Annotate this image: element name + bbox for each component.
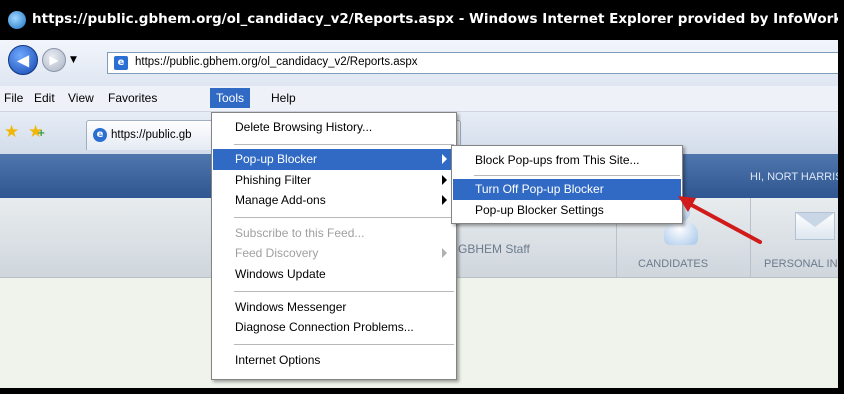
submenu-item-blocker-settings[interactable]: Pop-up Blocker Settings — [453, 200, 681, 221]
forward-arrow-icon: ▶ — [49, 53, 59, 67]
menu-separator — [474, 175, 680, 176]
address-toolbar: ◀ ▶ ▼ e https://public.gbhem.org/ol_cand… — [0, 40, 838, 86]
menu-file[interactable]: File — [4, 91, 23, 105]
nav-personal-info[interactable]: PERSONAL IN — [764, 258, 838, 270]
menu-favorites[interactable]: Favorites — [108, 91, 157, 105]
submenu-arrow-icon — [442, 154, 447, 164]
ie-logo-icon — [8, 11, 26, 29]
menu-separator — [234, 344, 454, 345]
menu-item-windows-messenger[interactable]: Windows Messenger — [213, 297, 455, 318]
submenu-item-turn-off-blocker[interactable]: Turn Off Pop-up Blocker — [453, 179, 681, 200]
menu-edit[interactable]: Edit — [34, 91, 55, 105]
menu-bar: File Edit View Favorites Tools Help — [0, 86, 838, 112]
user-greeting: HI, NORT HARRIS — [750, 171, 843, 183]
menu-item-delete-history[interactable]: Delete Browsing History... — [213, 117, 455, 138]
menu-item-popup-blocker[interactable]: Pop-up Blocker — [213, 149, 455, 170]
favorites-star-icon[interactable]: ★ — [4, 122, 19, 142]
title-bar: https://public.gbhem.org/ol_candidacy_v2… — [0, 0, 844, 40]
menu-item-diagnose-connection[interactable]: Diagnose Connection Problems... — [213, 317, 455, 338]
menu-item-internet-options[interactable]: Internet Options — [213, 350, 455, 371]
menu-separator — [234, 291, 454, 292]
address-input[interactable]: e https://public.gbhem.org/ol_candidacy_… — [107, 52, 838, 74]
page-icon: e — [114, 56, 128, 70]
menu-item-windows-update[interactable]: Windows Update — [213, 264, 455, 285]
forward-button[interactable]: ▶ — [42, 48, 66, 72]
window-title: https://public.gbhem.org/ol_candidacy_v2… — [32, 11, 844, 27]
browser-window: https://public.gbhem.org/ol_candidacy_v2… — [0, 0, 844, 394]
submenu-arrow-icon — [442, 195, 447, 205]
menu-separator — [234, 144, 454, 145]
menu-help[interactable]: Help — [271, 91, 296, 105]
envelope-icon[interactable] — [795, 212, 835, 240]
menu-separator — [234, 217, 454, 218]
menu-item-phishing-filter[interactable]: Phishing Filter — [213, 170, 455, 191]
tools-dropdown-menu: Delete Browsing History... Pop-up Blocke… — [211, 112, 457, 380]
menu-tools[interactable]: Tools — [210, 88, 251, 108]
tab-label: https://public.gb — [111, 129, 192, 141]
nav-candidates[interactable]: CANDIDATES — [638, 258, 708, 270]
annotation-arrow-icon — [678, 196, 762, 244]
menu-item-feed-discovery: Feed Discovery — [213, 243, 455, 264]
menu-item-manage-addons[interactable]: Manage Add-ons — [213, 190, 455, 211]
menu-item-subscribe-feed: Subscribe to this Feed... — [235, 226, 365, 240]
staff-label: GBHEM Staff — [458, 242, 530, 256]
recent-pages-dropdown-icon[interactable]: ▼ — [70, 55, 77, 65]
submenu-arrow-icon — [442, 248, 447, 258]
submenu-item-block-popups[interactable]: Block Pop-ups from This Site... — [453, 150, 681, 171]
submenu-arrow-icon — [442, 175, 447, 185]
address-url: https://public.gbhem.org/ol_candidacy_v2… — [135, 56, 418, 68]
add-favorite-icon[interactable]: ★ + — [28, 122, 45, 142]
back-button[interactable]: ◀ — [8, 45, 38, 75]
back-arrow-icon: ◀ — [16, 50, 30, 70]
tab-ie-icon: e — [93, 128, 107, 142]
menu-view[interactable]: View — [68, 91, 94, 105]
popup-blocker-submenu: Block Pop-ups from This Site... Turn Off… — [451, 145, 683, 224]
